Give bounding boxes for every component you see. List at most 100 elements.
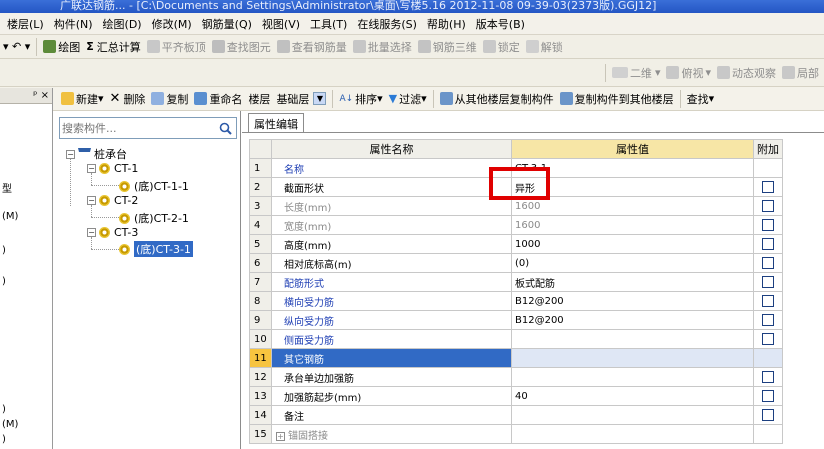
property-value[interactable]: 40 [511,386,754,406]
property-row[interactable]: 7 配筋形式 板式配筋 [249,272,783,292]
property-row[interactable]: 12 承台单边加强筋 [249,367,783,387]
menu-help[interactable]: 帮助(H) [422,16,471,32]
copy-to-other-floor-button[interactable]: 复制构件到其他楼层 [557,89,677,109]
property-row[interactable]: 11 其它钢筋 [249,348,783,368]
find-element-button[interactable]: 查找图元 [209,37,274,57]
property-row[interactable]: 14 备注 [249,405,783,425]
flat-slab-button[interactable]: 平齐板顶 [144,37,209,57]
menu-component[interactable]: 构件(N) [49,16,98,32]
tree-node-ct3[interactable]: − CT-3 [87,226,138,239]
property-row[interactable]: 9 纵向受力筋 B12@200 [249,310,783,330]
perspective-button[interactable]: 俯视 ▾ [663,63,714,83]
extra-checkbox[interactable] [762,200,774,212]
extra-checkbox[interactable] [762,333,774,345]
property-row[interactable]: 2 截面形状 异形 [249,177,783,197]
collapse-icon[interactable]: − [87,164,96,173]
rebar-3d-button[interactable]: 钢筋三维 [415,37,480,57]
property-row[interactable]: 6 相对底标高(m) (0) [249,253,783,273]
property-value[interactable]: 异形 [511,177,754,197]
tree-node-ct2[interactable]: − CT-2 [87,194,138,207]
extra-cell [753,386,783,406]
menu-tools[interactable]: 工具(T) [305,16,352,32]
batch-select-label: 批量选择 [367,40,412,54]
property-row[interactable]: 3 长度(mm) 1600 [249,196,783,216]
extra-checkbox[interactable] [762,238,774,250]
extra-checkbox[interactable] [762,390,774,402]
view-rebar-button[interactable]: 查看钢筋量 [274,37,350,57]
extra-checkbox[interactable] [762,219,774,231]
property-row[interactable]: 10 侧面受力筋 [249,329,783,349]
search-input[interactable] [60,119,212,137]
property-row[interactable]: 5 高度(mm) 1000 [249,234,783,254]
tree-leaf-ct2-1[interactable]: (底)CT-2-1 [119,210,189,226]
property-value[interactable]: B12@200 [511,291,754,311]
dynamic-view-button[interactable]: 动态观察 [714,63,779,83]
unlock-button[interactable]: 解锁 [523,37,566,57]
extra-checkbox[interactable] [762,295,774,307]
property-value[interactable]: B12@200 [511,310,754,330]
floor-select[interactable]: 基础层 ▼ [273,89,329,109]
menu-draw[interactable]: 绘图(D) [98,16,147,32]
menu-rebar-qty[interactable]: 钢筋量(Q) [197,16,257,32]
tree-node-ct1[interactable]: − CT-1 [87,162,138,175]
filter-button[interactable]: ▼ 过滤 ▾ [386,89,430,109]
tab-property-edit[interactable]: 属性编辑 [248,113,304,133]
sort-button[interactable]: A↓ 排序 ▾ [336,89,385,109]
property-value[interactable]: 1000 [511,234,754,254]
collapse-icon[interactable]: − [87,196,96,205]
property-value[interactable] [511,367,754,387]
property-value[interactable] [511,329,754,349]
delete-button[interactable]: ✕ 删除 [107,89,149,109]
menu-online[interactable]: 在线服务(S) [352,16,422,32]
property-value[interactable] [511,405,754,425]
expand-icon[interactable]: + [276,431,285,441]
undo-redo-button[interactable]: ▾ ↶ ▾ [0,37,33,57]
menu-floor[interactable]: 楼层(L) [2,16,49,32]
property-value[interactable]: (0) [511,253,754,273]
extra-checkbox[interactable] [762,371,774,383]
view-2d-select[interactable]: 二维 ▾ [609,63,664,83]
search-icon[interactable] [216,120,234,136]
property-value[interactable]: CT-3-1 [511,158,754,178]
property-row[interactable]: 13 加强筋起步(mm) 40 [249,386,783,406]
rename-button[interactable]: 重命名 [191,89,245,109]
property-value[interactable]: 板式配筋 [511,272,754,292]
property-row[interactable]: 8 横向受力筋 B12@200 [249,291,783,311]
copy-from-other-floor-button[interactable]: 从其他楼层复制构件 [437,89,557,109]
extra-checkbox[interactable] [762,276,774,288]
menu-view[interactable]: 视图(V) [257,16,305,32]
extra-checkbox[interactable] [762,314,774,326]
tree-root[interactable]: − 桩承台 [66,146,127,162]
extra-checkbox[interactable] [762,181,774,193]
tree-leaf-ct3-1[interactable]: (底)CT-3-1 [119,241,193,257]
collapse-icon[interactable]: − [66,149,75,159]
property-row[interactable]: 4 宽度(mm) 1600 [249,215,783,235]
property-row[interactable]: 15 + 锚固搭接 [249,424,783,444]
property-value[interactable]: 1600 [511,215,754,235]
extra-checkbox[interactable] [762,257,774,269]
property-value[interactable]: 1600 [511,196,754,216]
copy-button[interactable]: 复制 [148,89,191,109]
new-button[interactable]: 新建 ▾ [58,89,107,109]
batch-select-button[interactable]: 批量选择 [350,37,415,57]
extra-checkbox[interactable] [762,409,774,421]
property-value[interactable] [511,424,754,444]
header-prop-name[interactable]: 属性名称 [271,139,512,159]
property-value[interactable] [511,348,754,368]
draw-button[interactable]: 绘图 [40,37,83,57]
menu-version[interactable]: 版本号(B) [471,16,530,32]
collapse-icon[interactable]: − [87,228,96,237]
tree-leaf-ct1-1[interactable]: (底)CT-1-1 [119,178,189,194]
delete-label: 删除 [123,92,146,106]
dock-pin-close[interactable]: ᵖ × [0,88,52,104]
menu-modify[interactable]: 修改(M) [147,16,197,32]
find-button[interactable]: 查找 ▾ [684,89,718,109]
local-view-button[interactable]: 局部 [779,63,822,83]
header-extra[interactable]: 附加 [753,139,783,159]
row-number: 12 [249,367,272,387]
header-prop-value[interactable]: 属性值 [511,139,754,159]
lock-button[interactable]: 锁定 [480,37,523,57]
extra-cell [753,367,783,387]
sum-calc-button[interactable]: Σ 汇总计算 [83,37,144,57]
property-row[interactable]: 1 名称 CT-3-1 [249,158,783,178]
